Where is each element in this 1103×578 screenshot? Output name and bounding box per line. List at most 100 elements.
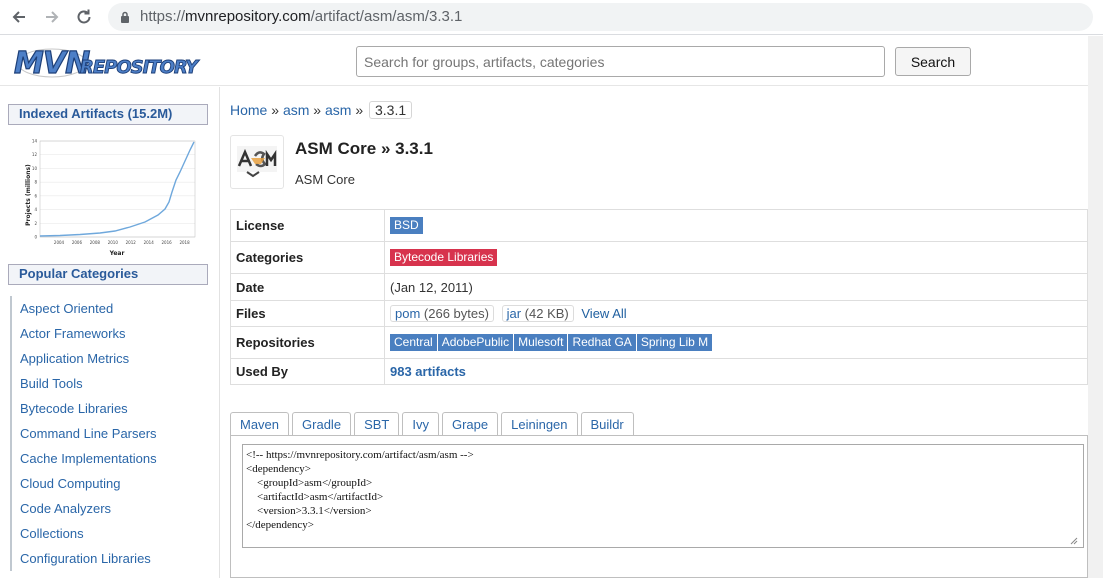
resize-handle-icon[interactable]	[1069, 536, 1078, 545]
chart-xtick-label: 2016	[162, 240, 173, 245]
category-badge[interactable]: Bytecode Libraries	[390, 249, 498, 266]
lock-icon	[121, 11, 129, 23]
info-row-date: Date (Jan 12, 2011)	[230, 273, 1088, 301]
info-label: Date	[230, 273, 385, 301]
popular-categories-title[interactable]: Popular Categories	[8, 264, 208, 285]
info-value: BSD	[384, 209, 1088, 242]
info-label: Categories	[230, 241, 385, 274]
category-link[interactable]: Cloud Computing	[12, 471, 210, 496]
tab-grape[interactable]: Grape	[441, 412, 499, 435]
info-row-files: Files pom (266 bytes) jar (42 KB) View A…	[230, 300, 1088, 327]
chart-xtick-label: 2012	[126, 240, 137, 245]
category-link[interactable]: Cache Implementations	[12, 446, 210, 471]
repository-badge[interactable]: Redhat GA	[568, 334, 636, 351]
repository-badge[interactable]: AdobePublic	[437, 334, 514, 351]
file-pom-link[interactable]: pom (266 bytes)	[390, 305, 494, 322]
search-button[interactable]: Search	[895, 47, 971, 76]
category-link[interactable]: Application Metrics	[12, 346, 210, 371]
info-row-used-by: Used By 983 artifacts	[230, 358, 1088, 385]
info-label: License	[230, 209, 385, 242]
dependency-snippet[interactable]: <!-- https://mvnrepository.com/artifact/…	[242, 444, 1084, 548]
breadcrumb-separator: »	[355, 102, 364, 118]
artifact-logo	[230, 135, 284, 189]
info-value: pom (266 bytes) jar (42 KB) View All	[384, 300, 1088, 327]
indexed-artifacts-chart: Projects (millions) 02468101214 2004 2006…	[20, 137, 200, 259]
view-all-link[interactable]: View All	[581, 306, 626, 321]
tab-sbt[interactable]: SBT	[354, 412, 400, 435]
used-by-link[interactable]: 983 artifacts	[390, 364, 466, 379]
chart-ytick-label: 14	[32, 139, 38, 144]
page-scrollbar[interactable]	[1088, 36, 1103, 578]
info-date: (Jan 12, 2011)	[384, 273, 1088, 301]
chart-xtick-label: 2018	[179, 240, 190, 245]
file-jar-link[interactable]: jar (42 KB)	[501, 305, 574, 322]
reload-icon	[77, 9, 91, 24]
info-label: Files	[230, 300, 385, 327]
info-value: 983 artifacts	[384, 358, 1088, 385]
tab-ivy[interactable]: Ivy	[402, 412, 439, 435]
info-value: Central AdobePublic Mulesoft Redhat GA Sprin…	[384, 326, 1088, 359]
mvnrepository-logo[interactable]: MVN REPOSITORY	[12, 40, 212, 80]
breadcrumb-separator: »	[271, 102, 280, 118]
browser-toolbar: https://mvnrepository.com/artifact/asm/a…	[0, 0, 1103, 35]
search-input[interactable]	[356, 46, 885, 77]
category-link[interactable]: Build Tools	[12, 371, 210, 396]
category-link[interactable]: Aspect Oriented	[12, 296, 210, 321]
back-button[interactable]	[8, 6, 30, 28]
chart-ytick-label: 12	[32, 152, 38, 157]
svg-text:REPOSITORY: REPOSITORY	[80, 57, 200, 78]
chart-ytick-label: 10	[32, 166, 38, 171]
category-link[interactable]: Command Line Parsers	[12, 421, 210, 446]
repository-badge[interactable]: Mulesoft	[514, 334, 568, 351]
license-badge[interactable]: BSD	[390, 217, 423, 234]
breadcrumb-separator: »	[313, 102, 322, 118]
tab-leiningen[interactable]: Leiningen	[501, 412, 578, 435]
breadcrumb-group[interactable]: asm	[283, 102, 309, 118]
breadcrumb-home[interactable]: Home	[230, 102, 267, 118]
chart-xtick-label: 2008	[90, 240, 101, 245]
svg-text:MVN: MVN	[14, 46, 90, 80]
info-row-repositories: Repositories Central AdobePublic Mulesoft R…	[230, 326, 1088, 359]
breadcrumb-version: 3.3.1	[369, 101, 413, 119]
artifact-subtitle: ASM Core	[295, 172, 355, 187]
snippet-panel: <!-- https://mvnrepository.com/artifact/…	[230, 435, 1088, 578]
tab-maven[interactable]: Maven	[230, 412, 290, 435]
repository-badge[interactable]: Central	[390, 334, 437, 351]
site-header: MVN REPOSITORY Search	[0, 36, 1088, 86]
category-list: Aspect Oriented Actor Frameworks Applicati…	[10, 296, 210, 571]
chart-xtick-label: 2010	[108, 240, 119, 245]
category-link[interactable]: Code Analyzers	[12, 496, 210, 521]
asm-logo-icon	[237, 146, 277, 178]
chart-xlabel: Year	[109, 250, 125, 257]
category-link[interactable]: Collections	[12, 521, 210, 546]
chart-xtick-label: 2014	[144, 240, 155, 245]
tab-gradle[interactable]: Gradle	[292, 412, 352, 435]
indexed-artifacts-title[interactable]: Indexed Artifacts (15.2M)	[8, 104, 208, 125]
artifact-info-table: License BSD Categories Bytecode Librarie…	[230, 209, 1088, 385]
info-value: Bytecode Libraries	[384, 241, 1088, 274]
chart-xtick-label: 2004	[54, 240, 65, 245]
chart-ylabel: Projects (millions)	[25, 164, 32, 226]
artifact-title: ASM Core » 3.3.1	[295, 139, 433, 158]
repository-badge[interactable]: Spring Lib M	[636, 334, 713, 351]
info-label: Repositories	[230, 326, 385, 359]
address-bar[interactable]: https://mvnrepository.com/artifact/asm/a…	[108, 3, 1093, 31]
category-link[interactable]: Bytecode Libraries	[12, 396, 210, 421]
url-text: https://mvnrepository.com/artifact/asm/a…	[140, 8, 463, 25]
arrow-right-icon	[46, 11, 59, 23]
category-link[interactable]: Actor Frameworks	[12, 321, 210, 346]
chart-xtick-label: 2006	[72, 240, 83, 245]
reload-button[interactable]	[73, 6, 95, 28]
main-content: Home » asm » asm » 3.3.1 ASM Core » 3.3.…	[221, 87, 1088, 578]
category-link[interactable]: Configuration Libraries	[12, 546, 210, 571]
arrow-left-icon	[12, 11, 25, 23]
forward-button[interactable]	[41, 6, 63, 28]
info-row-license: License BSD	[230, 209, 1088, 242]
build-tool-tabs: Maven Gradle SBT Ivy Grape Leiningen Buildr	[230, 412, 637, 435]
breadcrumb: Home » asm » asm » 3.3.1	[230, 101, 413, 119]
breadcrumb-artifact[interactable]: asm	[325, 102, 351, 118]
tab-buildr[interactable]: Buildr	[580, 412, 634, 435]
info-row-categories: Categories Bytecode Libraries	[230, 241, 1088, 274]
left-sidebar: Indexed Artifacts (15.2M) Projects (mill…	[0, 87, 220, 578]
info-label: Used By	[230, 358, 385, 385]
